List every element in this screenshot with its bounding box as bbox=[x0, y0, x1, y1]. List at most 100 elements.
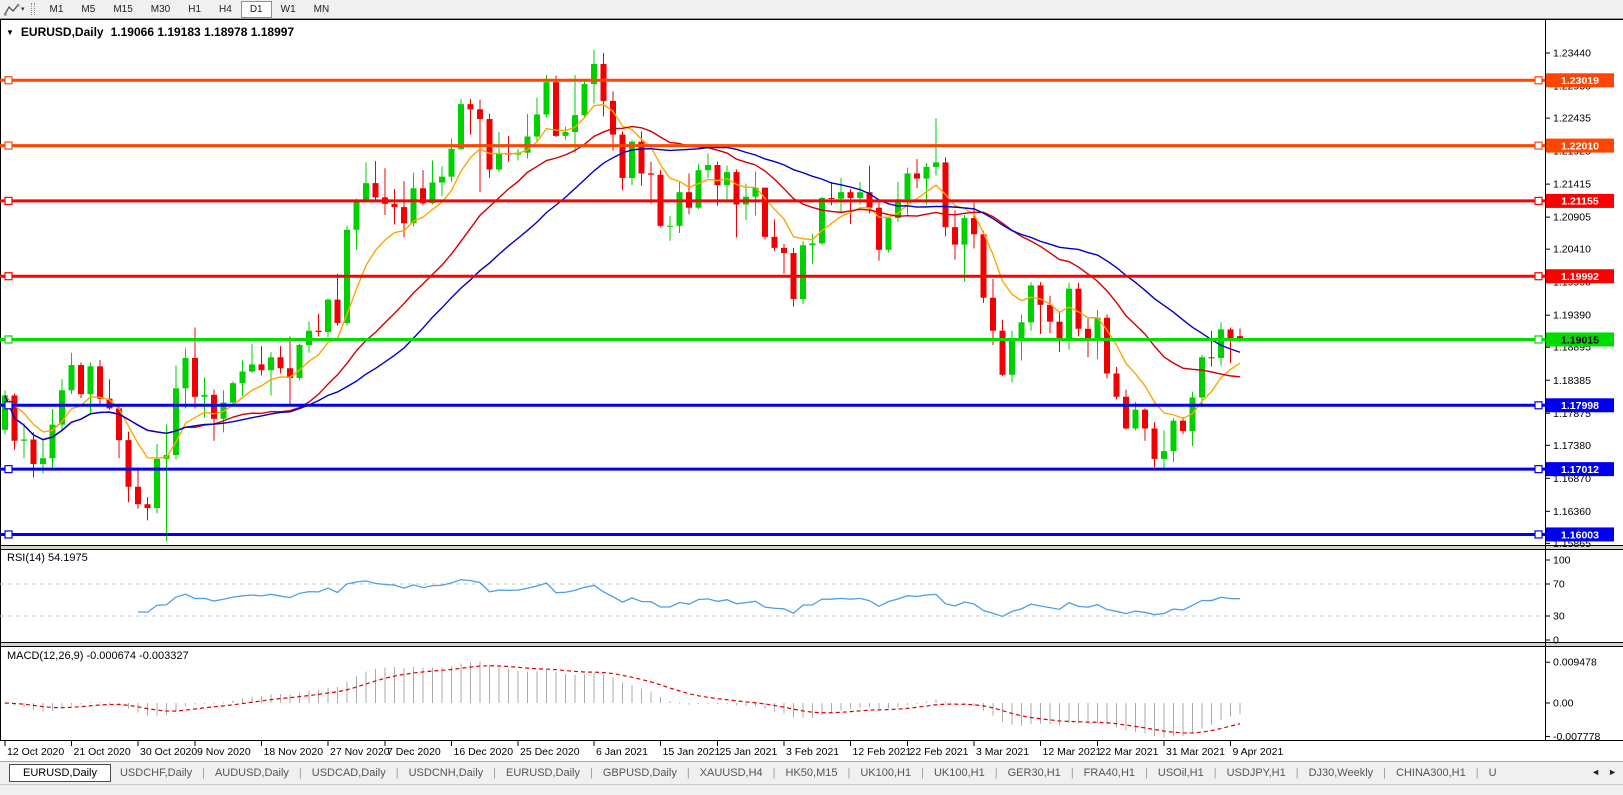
line-handle bbox=[1535, 273, 1542, 280]
svg-text:1.16003: 1.16003 bbox=[1561, 529, 1599, 541]
svg-text:1.20905: 1.20905 bbox=[1553, 212, 1591, 224]
svg-text:22 Mar 2021: 22 Mar 2021 bbox=[1100, 746, 1159, 758]
chart-tab-usdjpy-h1[interactable]: USDJPY,H1 bbox=[1218, 764, 1295, 782]
svg-text:70: 70 bbox=[1553, 579, 1565, 591]
svg-text:31 Mar 2021: 31 Mar 2021 bbox=[1166, 746, 1225, 758]
chart-tab-ger30-h1[interactable]: GER30,H1 bbox=[999, 764, 1070, 782]
chart-tab-usoil-h1[interactable]: USOil,H1 bbox=[1149, 764, 1213, 782]
svg-text:9 Nov 2020: 9 Nov 2020 bbox=[197, 746, 251, 758]
svg-text:15 Jan 2021: 15 Jan 2021 bbox=[663, 746, 721, 758]
svg-text:1.23440: 1.23440 bbox=[1553, 48, 1591, 60]
line-handle bbox=[1535, 77, 1542, 84]
svg-text:1.22435: 1.22435 bbox=[1553, 113, 1591, 125]
svg-text:1.19390: 1.19390 bbox=[1553, 310, 1591, 322]
timeframe-button-M30[interactable]: M30 bbox=[142, 1, 179, 18]
chart-tab-uk100-h1[interactable]: UK100,H1 bbox=[925, 764, 994, 782]
chart-tab-dj30-weekly[interactable]: DJ30,Weekly bbox=[1300, 764, 1383, 782]
chart-menu-icon[interactable]: ▼ bbox=[6, 28, 14, 37]
line-handle bbox=[5, 466, 12, 473]
ma-slow-line bbox=[5, 147, 1240, 439]
line-handle bbox=[5, 142, 12, 149]
line-handle bbox=[1535, 142, 1542, 149]
chart-tab-fra40-h1[interactable]: FRA40,H1 bbox=[1075, 764, 1144, 782]
svg-text:1.21155: 1.21155 bbox=[1561, 196, 1599, 208]
chart-tab-gbpusd-daily[interactable]: GBPUSD,Daily bbox=[594, 764, 686, 782]
chart-tab-hk50-m15[interactable]: HK50,M15 bbox=[777, 764, 847, 782]
timeframe-button-M1[interactable]: M1 bbox=[41, 1, 73, 18]
svg-text:1.17380: 1.17380 bbox=[1553, 440, 1591, 452]
svg-text:1.19015: 1.19015 bbox=[1561, 334, 1599, 346]
timeframe-button-W1[interactable]: W1 bbox=[272, 1, 305, 18]
horizontal-lines-layer[interactable]: 1.23019 1.22010 1.21155 1.19992 1.19015 1.179… bbox=[0, 73, 1614, 541]
line-handle bbox=[5, 336, 12, 343]
chart-tab-china300-h1[interactable]: CHINA300,H1 bbox=[1387, 764, 1475, 782]
timeframe-button-MN[interactable]: MN bbox=[305, 1, 339, 18]
timeframe-button-group: M1M5M15M30H1H4D1W1MN bbox=[41, 1, 339, 18]
tab-scroll-nav: ◄ ► bbox=[1583, 762, 1623, 782]
line-handle bbox=[1535, 531, 1542, 538]
line-handle bbox=[5, 77, 12, 84]
macd-panel: 0.0094780.00-0.007778 bbox=[5, 657, 1601, 743]
chart-title: ▼ EURUSD,Daily 1.19066 1.19183 1.18978 1… bbox=[6, 25, 294, 39]
chart-tab-usdchf-daily[interactable]: USDCHF,Daily bbox=[111, 764, 201, 782]
chart-tab-xauusd-h4[interactable]: XAUUSD,H4 bbox=[691, 764, 772, 782]
line-handle bbox=[1535, 402, 1542, 409]
svg-text:1.17998: 1.17998 bbox=[1561, 400, 1599, 412]
rsi-panel: 10070300 bbox=[0, 555, 1571, 647]
svg-text:1.20410: 1.20410 bbox=[1553, 244, 1591, 256]
svg-text:1.16360: 1.16360 bbox=[1553, 506, 1591, 518]
chart-symbol-label: EURUSD,Daily bbox=[21, 25, 104, 39]
chart-ohlc-values: 1.19066 1.19183 1.18978 1.18997 bbox=[111, 25, 295, 39]
svg-text:1.23019: 1.23019 bbox=[1561, 75, 1599, 87]
candles-layer bbox=[2, 50, 1243, 541]
svg-text:27 Nov 2020: 27 Nov 2020 bbox=[330, 746, 390, 758]
svg-text:0.009478: 0.009478 bbox=[1553, 657, 1597, 669]
tab-scroll-right-icon[interactable]: ► bbox=[1608, 767, 1617, 777]
line-handle bbox=[5, 531, 12, 538]
rsi-line bbox=[138, 580, 1240, 617]
svg-text:22 Feb 2021: 22 Feb 2021 bbox=[910, 746, 969, 758]
svg-text:12 Oct 2020: 12 Oct 2020 bbox=[7, 746, 64, 758]
svg-text:1.18385: 1.18385 bbox=[1553, 375, 1591, 387]
line-handle bbox=[5, 197, 12, 204]
svg-text:12 Feb 2021: 12 Feb 2021 bbox=[853, 746, 912, 758]
tab-scroll-left-icon[interactable]: ◄ bbox=[1591, 767, 1600, 777]
svg-text:12 Mar 2021: 12 Mar 2021 bbox=[1043, 746, 1102, 758]
line-studies-icon[interactable] bbox=[3, 2, 21, 16]
svg-text:1.21415: 1.21415 bbox=[1553, 179, 1591, 191]
top-toolbar: ▾ M1M5M15M30H1H4D1W1MN bbox=[0, 0, 1623, 19]
timeframe-button-M15[interactable]: M15 bbox=[104, 1, 141, 18]
date-axis: 12 Oct 202021 Oct 202030 Oct 20209 Nov 2… bbox=[5, 741, 1283, 758]
chart-tab-eurusd-daily[interactable]: EURUSD,Daily bbox=[497, 764, 589, 782]
timeframe-button-H4[interactable]: H4 bbox=[210, 1, 241, 18]
svg-text:1.17012: 1.17012 bbox=[1561, 464, 1599, 476]
chart-tab-u[interactable]: U bbox=[1480, 764, 1506, 782]
svg-text:1.22010: 1.22010 bbox=[1561, 140, 1599, 152]
svg-text:1.19992: 1.19992 bbox=[1561, 271, 1599, 283]
svg-text:25 Jan 2021: 25 Jan 2021 bbox=[720, 746, 778, 758]
chart-tab-bar: EURUSD,DailyUSDCHF,Daily|AUDUSD,Daily|US… bbox=[0, 761, 1623, 784]
price-chart-svg[interactable]: 1.234401.229301.224351.219251.214151.209… bbox=[0, 0, 1623, 795]
chart-tab-eurusd-daily[interactable]: EURUSD,Daily bbox=[9, 764, 111, 782]
svg-text:18 Nov 2020: 18 Nov 2020 bbox=[264, 746, 324, 758]
line-handle bbox=[5, 273, 12, 280]
timeframe-button-M5[interactable]: M5 bbox=[72, 1, 104, 18]
line-handle bbox=[5, 402, 12, 409]
rsi-indicator-label: RSI(14) 54.1975 bbox=[7, 552, 88, 564]
svg-text:6 Jan 2021: 6 Jan 2021 bbox=[596, 746, 648, 758]
timeframe-button-H1[interactable]: H1 bbox=[179, 1, 210, 18]
line-handle bbox=[1535, 466, 1542, 473]
svg-text:7 Dec 2020: 7 Dec 2020 bbox=[387, 746, 441, 758]
timeframe-button-D1[interactable]: D1 bbox=[241, 1, 272, 18]
chart-tab-uk100-h1[interactable]: UK100,H1 bbox=[851, 764, 920, 782]
chart-tab-usdcnh-daily[interactable]: USDCNH,Daily bbox=[400, 764, 493, 782]
status-bar bbox=[0, 784, 1623, 795]
macd-indicator-label: MACD(12,26,9) -0.000674 -0.003327 bbox=[7, 650, 189, 662]
svg-text:3 Feb 2021: 3 Feb 2021 bbox=[786, 746, 839, 758]
tool-dropdown-caret-icon[interactable]: ▾ bbox=[21, 5, 25, 13]
chart-tab-audusd-daily[interactable]: AUDUSD,Daily bbox=[206, 764, 298, 782]
toolbar-grip[interactable] bbox=[31, 3, 35, 15]
svg-text:0: 0 bbox=[1553, 635, 1559, 647]
chart-tab-usdcad-daily[interactable]: USDCAD,Daily bbox=[303, 764, 395, 782]
svg-text:3 Mar 2021: 3 Mar 2021 bbox=[976, 746, 1029, 758]
